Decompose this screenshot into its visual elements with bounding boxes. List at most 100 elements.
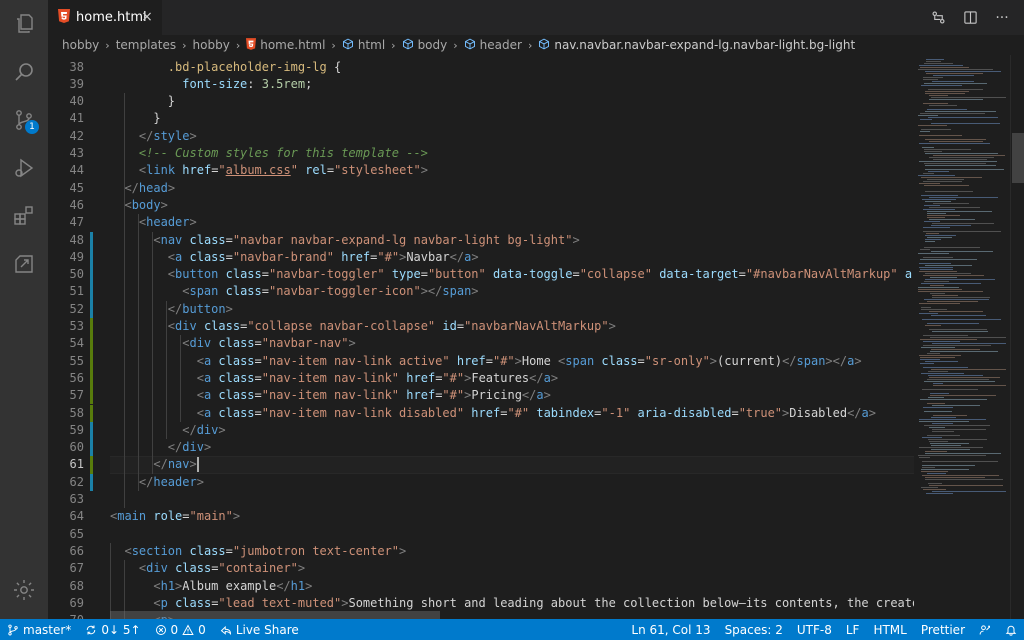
code-line[interactable]: 46 <body> xyxy=(48,197,914,214)
code-line[interactable]: 40 } xyxy=(48,93,914,110)
code-token: < xyxy=(124,543,132,558)
minimap-line xyxy=(927,217,945,218)
feedback-person-icon[interactable] xyxy=(972,619,998,640)
git-gutter-mark[interactable] xyxy=(90,439,93,457)
vertical-scrollbar[interactable] xyxy=(1010,55,1024,619)
code-token: </ xyxy=(276,578,291,593)
open-changes-icon[interactable] xyxy=(930,10,946,26)
tab-home-html[interactable]: home.html × xyxy=(48,0,162,35)
code-token: font-size xyxy=(182,76,248,91)
sync-status[interactable]: 0↓ 5↑ xyxy=(78,619,147,640)
minimap-line xyxy=(933,383,943,384)
breadcrumb-item[interactable]: html xyxy=(342,38,385,53)
prettier-status[interactable]: Prettier xyxy=(914,619,972,640)
remote-explorer-icon[interactable] xyxy=(0,240,48,288)
bell-icon[interactable] xyxy=(998,619,1024,640)
code-line[interactable]: 45 </head> xyxy=(48,180,914,197)
code-token: > xyxy=(196,474,204,489)
more-actions-icon[interactable]: ··· xyxy=(994,10,1010,26)
code-line[interactable]: 41 } xyxy=(48,110,914,127)
minimap-line xyxy=(925,451,947,452)
code-line[interactable]: 44 <link href="album.css" rel="styleshee… xyxy=(48,162,914,179)
code-text: <span class="navbar-toggler-icon"></span… xyxy=(110,283,478,300)
code-token: class xyxy=(601,353,638,368)
code-line[interactable]: 43 <!-- Custom styles for this template … xyxy=(48,145,914,162)
code-line[interactable]: 48 <nav class="navbar navbar-expand-lg n… xyxy=(48,231,914,249)
breadcrumb-item[interactable]: hobby xyxy=(62,38,99,52)
minimap-line xyxy=(921,177,982,178)
git-gutter-mark[interactable] xyxy=(90,387,93,405)
code-line[interactable]: 64 <main role="main"> xyxy=(48,508,914,525)
breadcrumb-item[interactable]: header xyxy=(464,38,522,53)
explorer-icon[interactable] xyxy=(0,0,48,48)
code-line[interactable]: 66 <section class="jumbotron text-center… xyxy=(48,543,914,560)
git-gutter-mark[interactable] xyxy=(90,369,93,388)
code-line[interactable]: 69 <p class="lead text-muted">Something … xyxy=(48,595,914,612)
code-line[interactable]: 63 xyxy=(48,491,914,508)
breadcrumb-item[interactable]: body xyxy=(402,38,447,53)
git-gutter-mark[interactable] xyxy=(90,421,93,440)
cursor-position[interactable]: Ln 61, Col 13 xyxy=(624,619,717,640)
scrollbar-thumb[interactable] xyxy=(1012,133,1024,183)
code-line[interactable]: 60 </div> xyxy=(48,439,914,457)
git-gutter-mark[interactable] xyxy=(90,318,93,336)
git-gutter-mark[interactable] xyxy=(90,404,93,422)
code-line[interactable]: 65 xyxy=(48,526,914,543)
code-line[interactable]: 54 <div class="navbar-nav"> xyxy=(48,335,914,353)
code-line[interactable]: 49 <a class="navbar-brand" href="#">Navb… xyxy=(48,248,914,267)
code-line[interactable]: 50 <button class="navbar-toggler" type="… xyxy=(48,266,914,284)
encoding-status[interactable]: UTF-8 xyxy=(790,619,839,640)
code-line[interactable]: 51 <span class="navbar-toggler-icon"></s… xyxy=(48,283,914,301)
manage-gear-icon[interactable] xyxy=(0,566,48,614)
breadcrumb-item[interactable]: templates xyxy=(116,38,176,52)
code-token: </ xyxy=(124,180,139,195)
source-control-icon[interactable]: 1 xyxy=(0,96,48,144)
git-gutter-mark[interactable] xyxy=(90,231,93,249)
git-gutter-mark[interactable] xyxy=(90,300,93,318)
code-line[interactable]: 62 </header> xyxy=(48,473,914,491)
git-gutter-mark[interactable] xyxy=(90,456,93,474)
indentation-status[interactable]: Spaces: 2 xyxy=(718,619,790,640)
breadcrumb-item[interactable]: nav.navbar.navbar-expand-lg.navbar-light… xyxy=(538,38,855,53)
code-line[interactable]: 68 <h1>Album example</h1> xyxy=(48,578,914,595)
code-line[interactable]: 53 <div class = "collapse navbar-collapse"… xyxy=(48,318,914,336)
git-gutter-mark[interactable] xyxy=(90,283,93,301)
code-line[interactable]: 61 </nav> xyxy=(48,456,914,474)
code-line[interactable]: 59 </div> xyxy=(48,421,914,440)
extensions-icon[interactable] xyxy=(0,192,48,240)
git-gutter-mark[interactable] xyxy=(90,473,93,491)
git-gutter-mark[interactable] xyxy=(90,266,93,284)
code-editor[interactable]: 38 .bd-placeholder-img-lg {39 font-size:… xyxy=(48,55,914,619)
run-debug-icon[interactable] xyxy=(0,144,48,192)
problems-status[interactable]: 0 0 xyxy=(148,619,213,640)
git-gutter-mark[interactable] xyxy=(90,352,93,370)
breadcrumb-item[interactable]: home.html xyxy=(246,37,325,53)
code-line[interactable]: 56 <a class="nav-item nav-link" href="#"… xyxy=(48,369,914,388)
code-line[interactable]: 42 </style> xyxy=(48,128,914,145)
git-gutter-mark[interactable] xyxy=(90,248,93,267)
html5-icon xyxy=(58,8,70,27)
live-share-button[interactable]: Live Share xyxy=(213,619,306,640)
minimap[interactable] xyxy=(914,55,1010,619)
code-line[interactable]: 38 .bd-placeholder-img-lg { xyxy=(48,59,914,76)
breadcrumb-item[interactable]: hobby xyxy=(193,38,230,52)
code-line[interactable]: 67 <div class="container"> xyxy=(48,560,914,577)
code-line[interactable]: 52 </button> xyxy=(48,300,914,318)
code-line[interactable]: 58 <a class="nav-item nav-link disabled"… xyxy=(48,404,914,422)
code-line[interactable]: 57 <a class="nav-item nav-link" href="#"… xyxy=(48,387,914,405)
branch-status[interactable]: master* xyxy=(0,619,78,640)
close-icon[interactable]: × xyxy=(140,10,154,24)
code-line[interactable]: 39 font-size: 3.5rem; xyxy=(48,76,914,93)
git-gutter-mark[interactable] xyxy=(90,335,93,353)
split-editor-icon[interactable] xyxy=(962,10,978,26)
search-icon[interactable] xyxy=(0,48,48,96)
code-line[interactable]: 47 <header> xyxy=(48,214,914,231)
language-mode[interactable]: HTML xyxy=(866,619,913,640)
minimap-line xyxy=(932,223,994,224)
eol-status[interactable]: LF xyxy=(839,619,867,640)
code-line[interactable]: 55 <a class="nav-item nav-link active" h… xyxy=(48,352,914,370)
horizontal-scrollbar[interactable] xyxy=(110,611,440,619)
line-number: 56 xyxy=(69,370,84,385)
